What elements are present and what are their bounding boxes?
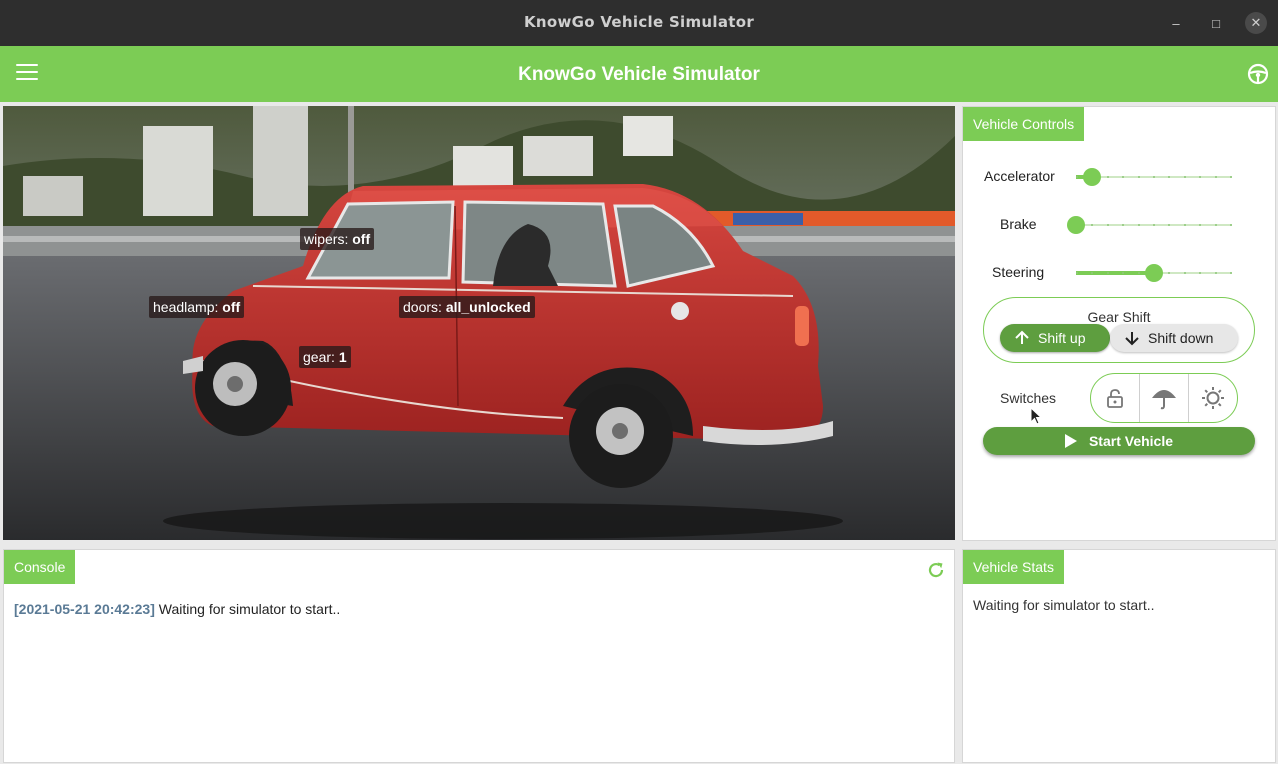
switches-label: Switches bbox=[1000, 390, 1057, 406]
start-vehicle-label: Start Vehicle bbox=[1088, 433, 1174, 449]
accelerator-label: Accelerator bbox=[984, 168, 1055, 184]
console-message: Waiting for simulator to start.. bbox=[158, 601, 341, 617]
console-timestamp: [2021-05-21 20:42:23] bbox=[14, 601, 155, 617]
brake-row: Brake bbox=[963, 210, 1277, 240]
shift-up-button[interactable]: Shift up bbox=[1000, 324, 1110, 352]
steering-wheel-icon[interactable] bbox=[1247, 63, 1269, 85]
headlamp-status-tag: headlamp: off bbox=[149, 296, 245, 318]
headlamp-icon bbox=[1202, 387, 1224, 409]
gear-status-tag: gear: 1 bbox=[299, 346, 351, 368]
vehicle-controls-panel: Vehicle Controls Accelerator Brake Steer… bbox=[962, 106, 1276, 541]
steering-slider-thumb[interactable] bbox=[1145, 264, 1163, 282]
arrow-down-icon bbox=[1125, 332, 1139, 346]
arrow-up-icon bbox=[1015, 330, 1029, 344]
window-title: KnowGo Vehicle Simulator bbox=[523, 13, 755, 31]
console-panel: Console [2021-05-21 20:42:23] Waiting fo… bbox=[3, 549, 955, 763]
mouse-cursor-icon bbox=[1030, 407, 1042, 425]
headlamp-key: headlamp: bbox=[153, 299, 219, 315]
gear-shift-title: Gear Shift bbox=[1087, 309, 1151, 325]
window-titlebar: KnowGo Vehicle Simulator – □ ✕ bbox=[0, 0, 1278, 46]
wipers-value: off bbox=[352, 231, 371, 247]
vehicle-controls-header: Vehicle Controls bbox=[963, 107, 1085, 141]
steering-label: Steering bbox=[992, 264, 1045, 280]
door-lock-toggle[interactable] bbox=[1091, 374, 1140, 422]
car-photo bbox=[3, 106, 955, 540]
vehicle-scene: wipers: off headlamp: off doors: all_unl… bbox=[3, 106, 955, 540]
minimize-button[interactable]: – bbox=[1165, 12, 1187, 34]
shift-up-label: Shift up bbox=[1038, 330, 1086, 346]
accelerator-slider-thumb[interactable] bbox=[1082, 168, 1101, 186]
wipers-status-tag: wipers: off bbox=[300, 228, 375, 250]
vehicle-stats-header: Vehicle Stats bbox=[963, 550, 1064, 584]
switches-toggle-group bbox=[1090, 373, 1238, 423]
app-title: KnowGo Vehicle Simulator bbox=[518, 64, 760, 85]
play-icon bbox=[1064, 434, 1077, 448]
doors-value: all_unlocked bbox=[445, 299, 531, 315]
close-button[interactable]: ✕ bbox=[1245, 12, 1267, 34]
shift-down-button[interactable]: Shift down bbox=[1110, 324, 1238, 352]
gear-key: gear: bbox=[303, 349, 335, 365]
brake-label: Brake bbox=[1000, 216, 1037, 232]
vehicle-stats-message: Waiting for simulator to start.. bbox=[973, 597, 1155, 613]
console-header: Console bbox=[4, 550, 76, 584]
refresh-icon[interactable] bbox=[926, 560, 946, 580]
accelerator-slider[interactable] bbox=[1076, 162, 1232, 192]
app-bar: KnowGo Vehicle Simulator bbox=[0, 46, 1278, 102]
steering-slider[interactable] bbox=[1076, 258, 1232, 288]
shift-down-label: Shift down bbox=[1148, 330, 1214, 346]
doors-status-tag: doors: all_unlocked bbox=[399, 296, 535, 318]
doors-key: doors: bbox=[403, 299, 442, 315]
umbrella-icon bbox=[1152, 390, 1176, 410]
lock-open-icon bbox=[1107, 389, 1123, 408]
start-vehicle-button[interactable]: Start Vehicle bbox=[983, 427, 1255, 455]
brake-slider-thumb[interactable] bbox=[1067, 216, 1085, 234]
wipers-key: wipers: bbox=[304, 231, 349, 247]
wipers-toggle[interactable] bbox=[1140, 374, 1189, 422]
gear-value: 1 bbox=[338, 349, 347, 365]
accelerator-row: Accelerator bbox=[963, 162, 1277, 192]
gear-shift-group: Gear Shift Shift up Shift down bbox=[983, 297, 1255, 363]
headlamp-toggle[interactable] bbox=[1189, 374, 1237, 422]
vehicle-stats-panel: Vehicle Stats Waiting for simulator to s… bbox=[962, 549, 1276, 763]
maximize-button[interactable]: □ bbox=[1205, 12, 1227, 34]
steering-row: Steering bbox=[963, 258, 1277, 288]
brake-slider[interactable] bbox=[1067, 210, 1232, 240]
console-log-line: [2021-05-21 20:42:23] Waiting for simula… bbox=[14, 601, 340, 617]
headlamp-value: off bbox=[222, 299, 241, 315]
